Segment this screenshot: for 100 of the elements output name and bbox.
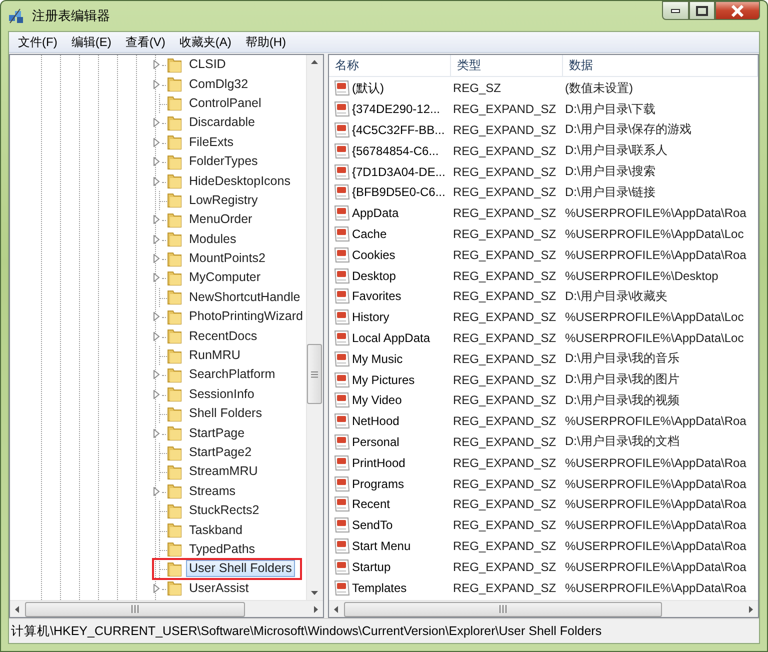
tree-item[interactable]: LowRegistry xyxy=(186,192,261,209)
value-name[interactable]: {4C5C32FF-BB... xyxy=(352,122,445,137)
expand-arrow-icon[interactable] xyxy=(153,584,160,593)
expand-arrow-icon[interactable] xyxy=(153,80,160,89)
string-value-icon xyxy=(334,496,350,512)
scroll-right-icon[interactable] xyxy=(312,606,319,612)
value-name[interactable]: {56784854-C6... xyxy=(352,144,439,158)
value-name[interactable]: {7D1D3A04-DE... xyxy=(352,164,446,179)
tree-item[interactable]: StreamMRU xyxy=(186,463,261,480)
expand-arrow-icon[interactable] xyxy=(153,215,160,224)
tree-item[interactable]: UserAssist xyxy=(186,580,252,597)
value-name[interactable]: {BFB9D5E0-C6... xyxy=(352,185,446,200)
expand-arrow-icon[interactable] xyxy=(153,60,160,70)
tree-item[interactable]: Streams xyxy=(186,482,239,500)
value-type: REG_EXPAND_SZ xyxy=(452,538,558,553)
folder-icon xyxy=(167,114,182,131)
tree-item[interactable]: TypedPaths xyxy=(186,540,258,558)
menu-item[interactable]: 收藏夹(A) xyxy=(172,32,238,52)
menu-item[interactable]: 查看(V) xyxy=(118,32,172,52)
value-name[interactable]: Desktop xyxy=(352,268,396,283)
tree-item[interactable]: Discardable xyxy=(186,114,258,132)
tree-item[interactable]: HideDesktopIcons xyxy=(186,172,294,190)
horizontal-scrollbar[interactable] xyxy=(10,600,323,617)
tree-item[interactable]: RecentDocs xyxy=(186,328,260,345)
value-name[interactable]: Templates xyxy=(352,580,407,595)
scroll-thumb[interactable] xyxy=(344,602,662,616)
value-name[interactable]: Programs xyxy=(352,476,404,491)
tree-item[interactable]: PhotoPrintingWizard xyxy=(186,308,306,326)
expand-arrow-icon[interactable] xyxy=(153,332,160,341)
tree-item[interactable]: User Shell Folders xyxy=(186,560,295,578)
tree-item[interactable]: ComDlg32 xyxy=(186,76,252,93)
scroll-up-icon[interactable] xyxy=(311,59,318,66)
value-name[interactable]: SendTo xyxy=(352,518,393,532)
tree-item[interactable]: CLSID xyxy=(186,56,229,74)
value-name[interactable]: Startup xyxy=(352,560,391,574)
value-type: REG_EXPAND_SZ xyxy=(452,352,558,366)
value-data: D:\用户目录\收藏夹 xyxy=(564,288,669,305)
value-name[interactable]: NetHood xyxy=(352,414,400,428)
expand-arrow-icon[interactable] xyxy=(153,234,160,244)
value-data: %USERPROFILE%\AppData\Roa xyxy=(564,538,748,553)
column-header[interactable]: 类型 xyxy=(450,55,563,77)
folder-icon xyxy=(167,406,182,422)
expand-arrow-icon[interactable] xyxy=(153,486,160,496)
expand-arrow-icon[interactable] xyxy=(153,428,160,438)
tree-item[interactable]: Shell Folders xyxy=(186,405,265,422)
scroll-thumb[interactable] xyxy=(307,344,322,404)
scroll-left-icon[interactable] xyxy=(332,606,340,612)
tree-item[interactable]: StartPage2 xyxy=(186,444,255,461)
value-name[interactable]: Local AppData xyxy=(352,330,430,345)
minimize-button[interactable] xyxy=(662,1,689,20)
menu-item[interactable]: 文件(F) xyxy=(11,32,64,52)
tree-item[interactable]: Taskband xyxy=(186,522,246,539)
expand-arrow-icon[interactable] xyxy=(153,157,160,166)
tree-item[interactable]: SearchPlatform xyxy=(186,366,278,384)
tree-item[interactable]: MountPoints2 xyxy=(186,250,268,268)
value-name[interactable]: My Pictures xyxy=(352,372,415,387)
scroll-down-icon[interactable] xyxy=(311,589,318,596)
value-name[interactable]: (默认) xyxy=(352,80,384,97)
column-header[interactable]: 数据 xyxy=(562,55,758,77)
tree-item[interactable]: ControlPanel xyxy=(186,94,264,112)
scroll-thumb[interactable] xyxy=(25,602,245,616)
tree-item[interactable]: MenuOrder xyxy=(186,211,256,228)
value-name[interactable]: History xyxy=(352,310,390,324)
tree-item[interactable]: FolderTypes xyxy=(186,153,261,170)
value-name[interactable]: Cache xyxy=(352,226,387,241)
tree-item[interactable]: StartPage xyxy=(186,424,248,442)
menu-item[interactable]: 编辑(E) xyxy=(64,32,118,52)
expand-arrow-icon[interactable] xyxy=(153,176,160,186)
maximize-button[interactable] xyxy=(689,1,715,20)
expand-arrow-icon[interactable] xyxy=(153,118,160,128)
scroll-left-icon[interactable] xyxy=(14,606,21,612)
vertical-scrollbar[interactable] xyxy=(306,55,323,600)
tree-item[interactable]: SessionInfo xyxy=(186,386,258,403)
value-name[interactable]: Personal xyxy=(352,434,400,449)
horizontal-scrollbar[interactable] xyxy=(328,600,758,617)
expand-arrow-icon[interactable] xyxy=(153,370,160,380)
menu-item[interactable]: 帮助(H) xyxy=(238,32,293,52)
close-button[interactable] xyxy=(715,1,760,20)
value-data: D:\用户目录\我的图片 xyxy=(564,371,681,388)
expand-arrow-icon[interactable] xyxy=(153,312,160,322)
tree-item[interactable]: StuckRects2 xyxy=(186,502,262,520)
value-name[interactable]: AppData xyxy=(352,206,399,220)
expand-arrow-icon[interactable] xyxy=(153,138,160,147)
value-name[interactable]: Start Menu xyxy=(352,538,411,553)
tree-item[interactable]: Modules xyxy=(186,230,240,248)
expand-arrow-icon[interactable] xyxy=(153,390,160,399)
value-name[interactable]: Cookies xyxy=(352,248,396,262)
value-name[interactable]: Favorites xyxy=(352,289,402,304)
scroll-right-icon[interactable] xyxy=(747,606,754,612)
tree-item[interactable]: FileExts xyxy=(186,134,236,151)
scroll-grip-icon xyxy=(131,605,139,613)
value-name[interactable]: {374DE290-12... xyxy=(352,102,440,116)
value-name[interactable]: My Video xyxy=(352,393,402,408)
tree-item[interactable]: MyComputer xyxy=(186,269,264,286)
column-header[interactable]: 名称 xyxy=(328,55,451,77)
tree-item[interactable]: NewShortcutHandle xyxy=(186,288,304,306)
tree-item[interactable]: RunMRU xyxy=(186,347,244,364)
value-name[interactable]: My Music xyxy=(352,352,403,366)
value-name[interactable]: PrintHood xyxy=(352,456,406,470)
value-name[interactable]: Recent xyxy=(352,497,390,512)
